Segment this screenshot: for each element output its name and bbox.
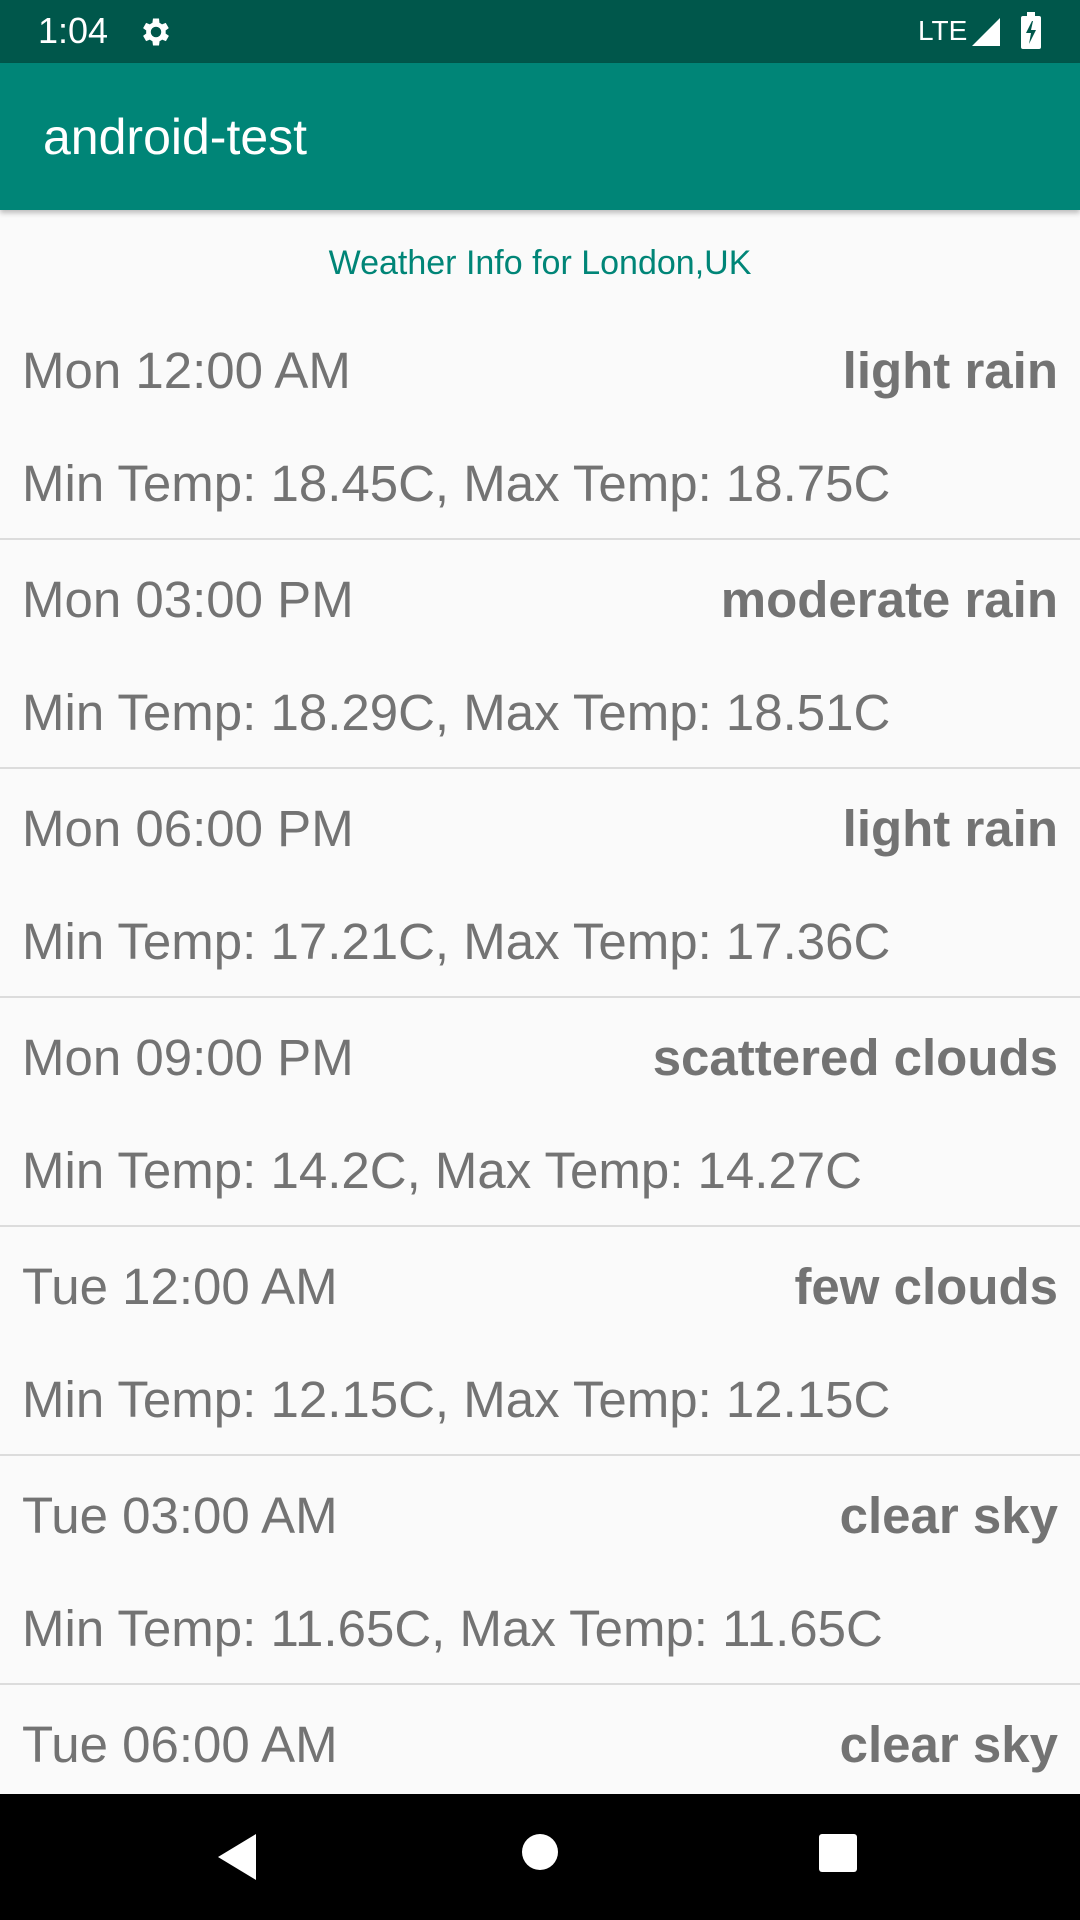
forecast-time: Mon 09:00 PM	[22, 1029, 354, 1086]
forecast-description: few clouds	[794, 1258, 1058, 1315]
forecast-temps: Min Temp: 17.21C, Max Temp: 17.36C	[22, 913, 891, 970]
forecast-temps: Min Temp: 14.2C, Max Temp: 14.27C	[22, 1142, 863, 1199]
recents-icon[interactable]	[817, 1832, 859, 1874]
forecast-list[interactable]: Mon 12:00 AM light rain Min Temp: 18.45C…	[0, 311, 1080, 1794]
navigation-bar	[0, 1794, 1080, 1920]
network-type-label: LTE	[918, 15, 968, 46]
signal-icon	[972, 18, 1000, 46]
forecast-row[interactable]: Tue 03:00 AM clear sky Min Temp: 11.65C,…	[0, 1456, 1080, 1685]
forecast-time: Tue 12:00 AM	[22, 1258, 338, 1315]
forecast-row[interactable]: Mon 03:00 PM moderate rain Min Temp: 18.…	[0, 540, 1080, 769]
forecast-time: Mon 12:00 AM	[22, 342, 351, 399]
forecast-temps: Min Temp: 11.65C, Max Temp: 11.65C	[22, 1600, 883, 1657]
app-bar: android-test	[0, 63, 1080, 210]
status-time: 1:04	[38, 10, 109, 51]
app-title: android-test	[43, 109, 308, 165]
forecast-row[interactable]: Mon 12:00 AM light rain Min Temp: 18.45C…	[0, 311, 1080, 540]
forecast-row[interactable]: Tue 12:00 AM few clouds Min Temp: 12.15C…	[0, 1227, 1080, 1456]
forecast-time: Mon 06:00 PM	[22, 800, 354, 857]
home-icon[interactable]	[520, 1832, 560, 1872]
back-icon[interactable]	[216, 1832, 260, 1882]
forecast-temps: Min Temp: 12.15C, Max Temp: 12.15C	[22, 1371, 891, 1428]
forecast-description: scattered clouds	[652, 1029, 1058, 1086]
forecast-temps: Min Temp: 18.45C, Max Temp: 18.75C	[22, 455, 891, 512]
forecast-description: moderate rain	[720, 571, 1058, 628]
forecast-row[interactable]: Mon 06:00 PM light rain Min Temp: 17.21C…	[0, 769, 1080, 998]
forecast-time: Tue 03:00 AM	[22, 1487, 338, 1544]
weather-location-heading: Weather Info for London,UK	[328, 244, 752, 282]
forecast-temps: Min Temp: 18.29C, Max Temp: 18.51C	[22, 684, 891, 741]
gear-icon	[143, 18, 169, 46]
forecast-description: clear sky	[839, 1716, 1058, 1773]
forecast-row[interactable]: Tue 06:00 AM clear sky	[0, 1685, 1080, 1794]
forecast-time: Tue 06:00 AM	[22, 1716, 338, 1773]
battery-charging-icon	[1021, 12, 1041, 49]
forecast-description: light rain	[842, 342, 1058, 399]
status-bar: 1:04 LTE	[0, 0, 1080, 63]
forecast-description: light rain	[842, 800, 1058, 857]
forecast-description: clear sky	[839, 1487, 1058, 1544]
forecast-row[interactable]: Mon 09:00 PM scattered clouds Min Temp: …	[0, 998, 1080, 1227]
forecast-time: Mon 03:00 PM	[22, 571, 354, 628]
